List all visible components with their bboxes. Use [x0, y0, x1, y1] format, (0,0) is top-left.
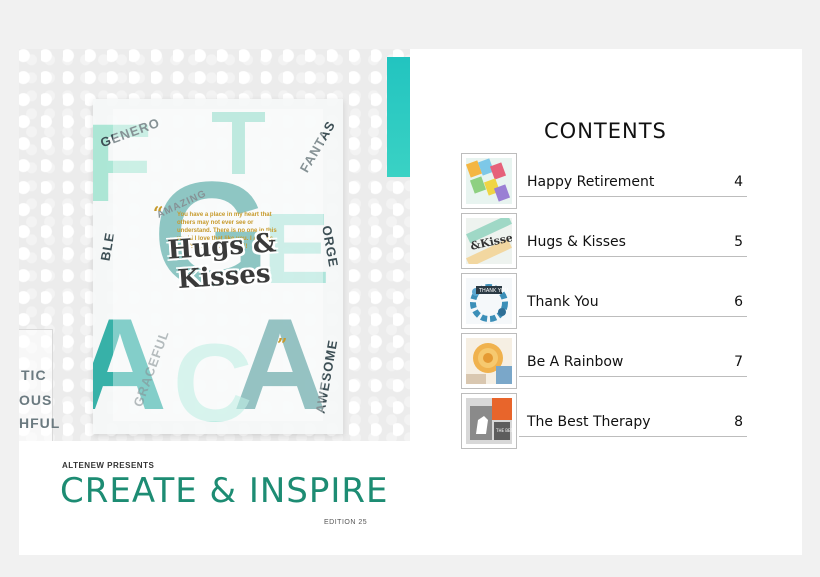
side-word: OUS [19, 392, 53, 408]
toc-entry-page: 8 [734, 414, 743, 430]
toc-divider [519, 376, 747, 377]
toc-entry[interactable]: THANK YOU Thank You 6 [461, 273, 747, 331]
cover-photo: TIC OUS HFUL F T G E A A C GENERO FANTAS… [19, 49, 410, 441]
magazine-cover-page: TIC OUS HFUL F T G E A A C GENERO FANTAS… [19, 49, 410, 555]
toc-entry-page: 6 [734, 294, 743, 310]
yellow-flower-card-thumbnail [461, 333, 517, 389]
toc-divider [519, 196, 747, 197]
floral-wreath-card-thumbnail: THANK YOU [461, 273, 517, 329]
toc-entry-page: 4 [734, 174, 743, 190]
svg-text:THANK YOU: THANK YOU [478, 288, 509, 294]
side-word: HFUL [19, 415, 61, 431]
toc-entry[interactable]: Be A Rainbow 7 [461, 333, 747, 391]
card-title: Hugs & Kisses [166, 228, 278, 296]
toc-divider [519, 316, 747, 317]
handmade-card: F T G E A A C GENERO FANTAS BLE AMAZING … [93, 99, 343, 434]
toc-entry-title: Happy Retirement [527, 174, 655, 190]
side-word: TIC [21, 367, 47, 383]
edition-label: EDITION 25 [324, 519, 368, 526]
toc-divider [519, 256, 747, 257]
contents-page: CONTENTS Happy Retirement 4 &Kisses Hugs… [410, 49, 802, 555]
toc-entry[interactable]: THE BEST The Best Therapy 8 [461, 393, 747, 451]
toc-entry[interactable]: Happy Retirement 4 [461, 153, 747, 211]
toc-entry-page: 7 [734, 354, 743, 370]
toc-entry-title: Thank You [527, 294, 599, 310]
horse-card-thumbnail: THE BEST [461, 393, 517, 449]
contents-heading: CONTENTS [544, 119, 667, 143]
toc-entry-title: Be A Rainbow [527, 354, 624, 370]
gold-quote-mark: ” [277, 335, 288, 356]
hugs-kisses-card-thumbnail: &Kisses [461, 213, 517, 269]
magazine-title: CREATE & INSPIRE [60, 471, 389, 511]
presents-label: ALTENEW PRESENTS [62, 461, 155, 470]
toc-entry-title: The Best Therapy [527, 414, 651, 430]
toc-divider [519, 436, 747, 437]
teal-paper-strip [387, 57, 410, 177]
toc-entry-title: Hugs & Kisses [527, 234, 626, 250]
toc-entry-page: 5 [734, 234, 743, 250]
cover-branding: ALTENEW PRESENTS CREATE & INSPIRE EDITIO… [19, 441, 410, 555]
colorful-letters-card-thumbnail [461, 153, 517, 209]
gold-quote-mark: “ [153, 203, 164, 224]
toc-entry[interactable]: &Kisses Hugs & Kisses 5 [461, 213, 747, 271]
svg-text:THE BEST: THE BEST [495, 428, 512, 433]
